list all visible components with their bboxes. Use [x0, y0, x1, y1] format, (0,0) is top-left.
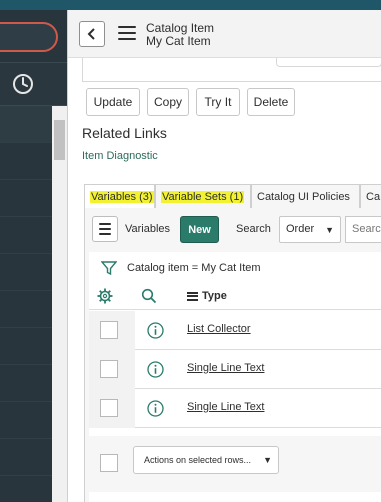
tab-label: Variables (3): [90, 191, 154, 203]
navigator-module-item[interactable]: [0, 143, 52, 180]
tab-label: Variable Sets (1): [161, 190, 245, 203]
tab-variables[interactable]: Variables (3): [84, 184, 155, 209]
column-menu-icon: [187, 291, 198, 301]
delete-button[interactable]: Delete: [247, 88, 295, 116]
navigator-module-item[interactable]: [0, 328, 52, 365]
funnel-filter-icon[interactable]: [101, 260, 117, 276]
tab-catalog-ui-policies[interactable]: Catalog UI Policies: [251, 184, 360, 208]
table-row[interactable]: List Collector: [89, 311, 381, 350]
related-list: Variables New Search Order ▼ Search Cata…: [84, 208, 381, 502]
navigator-filter-input[interactable]: [0, 22, 58, 52]
navigator-module-item[interactable]: [0, 106, 52, 143]
new-button[interactable]: New: [180, 216, 219, 243]
update-button[interactable]: Update: [86, 88, 140, 116]
navigator-module-item[interactable]: [0, 439, 52, 476]
form-panel: Catalog Item My Cat Item Update Copy Try…: [67, 10, 381, 502]
row-checkbox[interactable]: [100, 321, 118, 339]
filter-condition[interactable]: Catalog item = My Cat Item: [127, 262, 261, 274]
search-field-select[interactable]: Order ▼: [279, 216, 341, 243]
row-select-cell: [89, 350, 135, 389]
history-clock-icon[interactable]: [12, 73, 34, 95]
back-button[interactable]: [79, 21, 105, 47]
tab-variable-sets[interactable]: Variable Sets (1): [155, 184, 251, 208]
row-checkbox[interactable]: [100, 360, 118, 378]
row-type-link[interactable]: Single Line Text: [187, 401, 264, 413]
select-all-checkbox[interactable]: [100, 454, 118, 472]
navigator-module-item[interactable]: [0, 180, 52, 217]
info-icon[interactable]: [147, 322, 164, 339]
actions-placeholder: Actions on selected rows...: [144, 455, 252, 465]
row-checkbox[interactable]: [100, 399, 118, 417]
form-field-bottom[interactable]: [276, 58, 381, 67]
row-select-cell: [89, 389, 135, 428]
form-header: Catalog Item My Cat Item: [68, 10, 381, 58]
navigator-module-item[interactable]: [0, 291, 52, 328]
navigator-module-item[interactable]: [0, 402, 52, 439]
scrollbar-thumb[interactable]: [54, 120, 65, 160]
caret-down-icon: ▼: [325, 225, 334, 235]
table-row[interactable]: Single Line Text: [89, 389, 381, 428]
search-icon[interactable]: [141, 288, 157, 304]
related-links-heading: Related Links: [82, 125, 167, 141]
form-context-menu-icon[interactable]: [118, 26, 136, 40]
navigator-module-list: [0, 106, 52, 502]
info-icon[interactable]: [147, 361, 164, 378]
navigator-scrollbar[interactable]: [52, 106, 67, 502]
list-table: Catalog item = My Cat Item Type List Col…: [89, 252, 381, 502]
copy-button[interactable]: Copy: [147, 88, 189, 116]
chevron-left-icon: [87, 28, 95, 40]
navigator-tabs: [0, 62, 67, 106]
list-toolbar: Variables New Search Order ▼ Search: [89, 216, 381, 246]
gear-icon[interactable]: [97, 288, 113, 304]
caret-down-icon: ▼: [263, 455, 272, 465]
row-type-link[interactable]: Single Line Text: [187, 362, 264, 374]
search-field-value: Order: [286, 223, 315, 235]
row-select-cell: [89, 311, 135, 350]
list-actions-bar: Actions on selected rows... ▼: [89, 436, 381, 492]
item-diagnostic-link[interactable]: Item Diagnostic: [82, 150, 158, 162]
navigator-module-item[interactable]: [0, 217, 52, 254]
tab-label: Ca: [366, 190, 381, 203]
column-header-type[interactable]: Type: [187, 290, 227, 302]
actions-on-selected-select[interactable]: Actions on selected rows... ▼: [133, 446, 279, 474]
row-type-link[interactable]: List Collector: [187, 323, 251, 335]
application-navigator: [0, 10, 67, 502]
breadcrumb: Catalog item = My Cat Item: [101, 260, 261, 276]
table-header: Type: [89, 282, 381, 310]
record-name: My Cat Item: [146, 34, 211, 48]
navigator-module-item[interactable]: [0, 365, 52, 402]
list-context-menu-icon[interactable]: [92, 216, 118, 242]
search-input[interactable]: Search: [345, 216, 381, 243]
info-icon[interactable]: [147, 400, 164, 417]
form-content: Update Copy Try It Delete Related Links …: [68, 58, 381, 502]
navigator-module-item[interactable]: [0, 254, 52, 291]
tab-label: Catalog UI Policies: [257, 190, 350, 203]
search-label: Search: [236, 223, 271, 235]
column-header-label: Type: [202, 290, 227, 302]
search-placeholder: Search: [352, 223, 381, 235]
tab-next[interactable]: Ca: [360, 184, 381, 208]
try-it-button[interactable]: Try It: [196, 88, 240, 116]
list-title: Variables: [125, 223, 171, 235]
related-list-tabs: Variables (3) Variable Sets (1) Catalog …: [84, 184, 381, 209]
table-row[interactable]: Single Line Text: [89, 350, 381, 389]
top-banner-strip: [0, 0, 381, 10]
